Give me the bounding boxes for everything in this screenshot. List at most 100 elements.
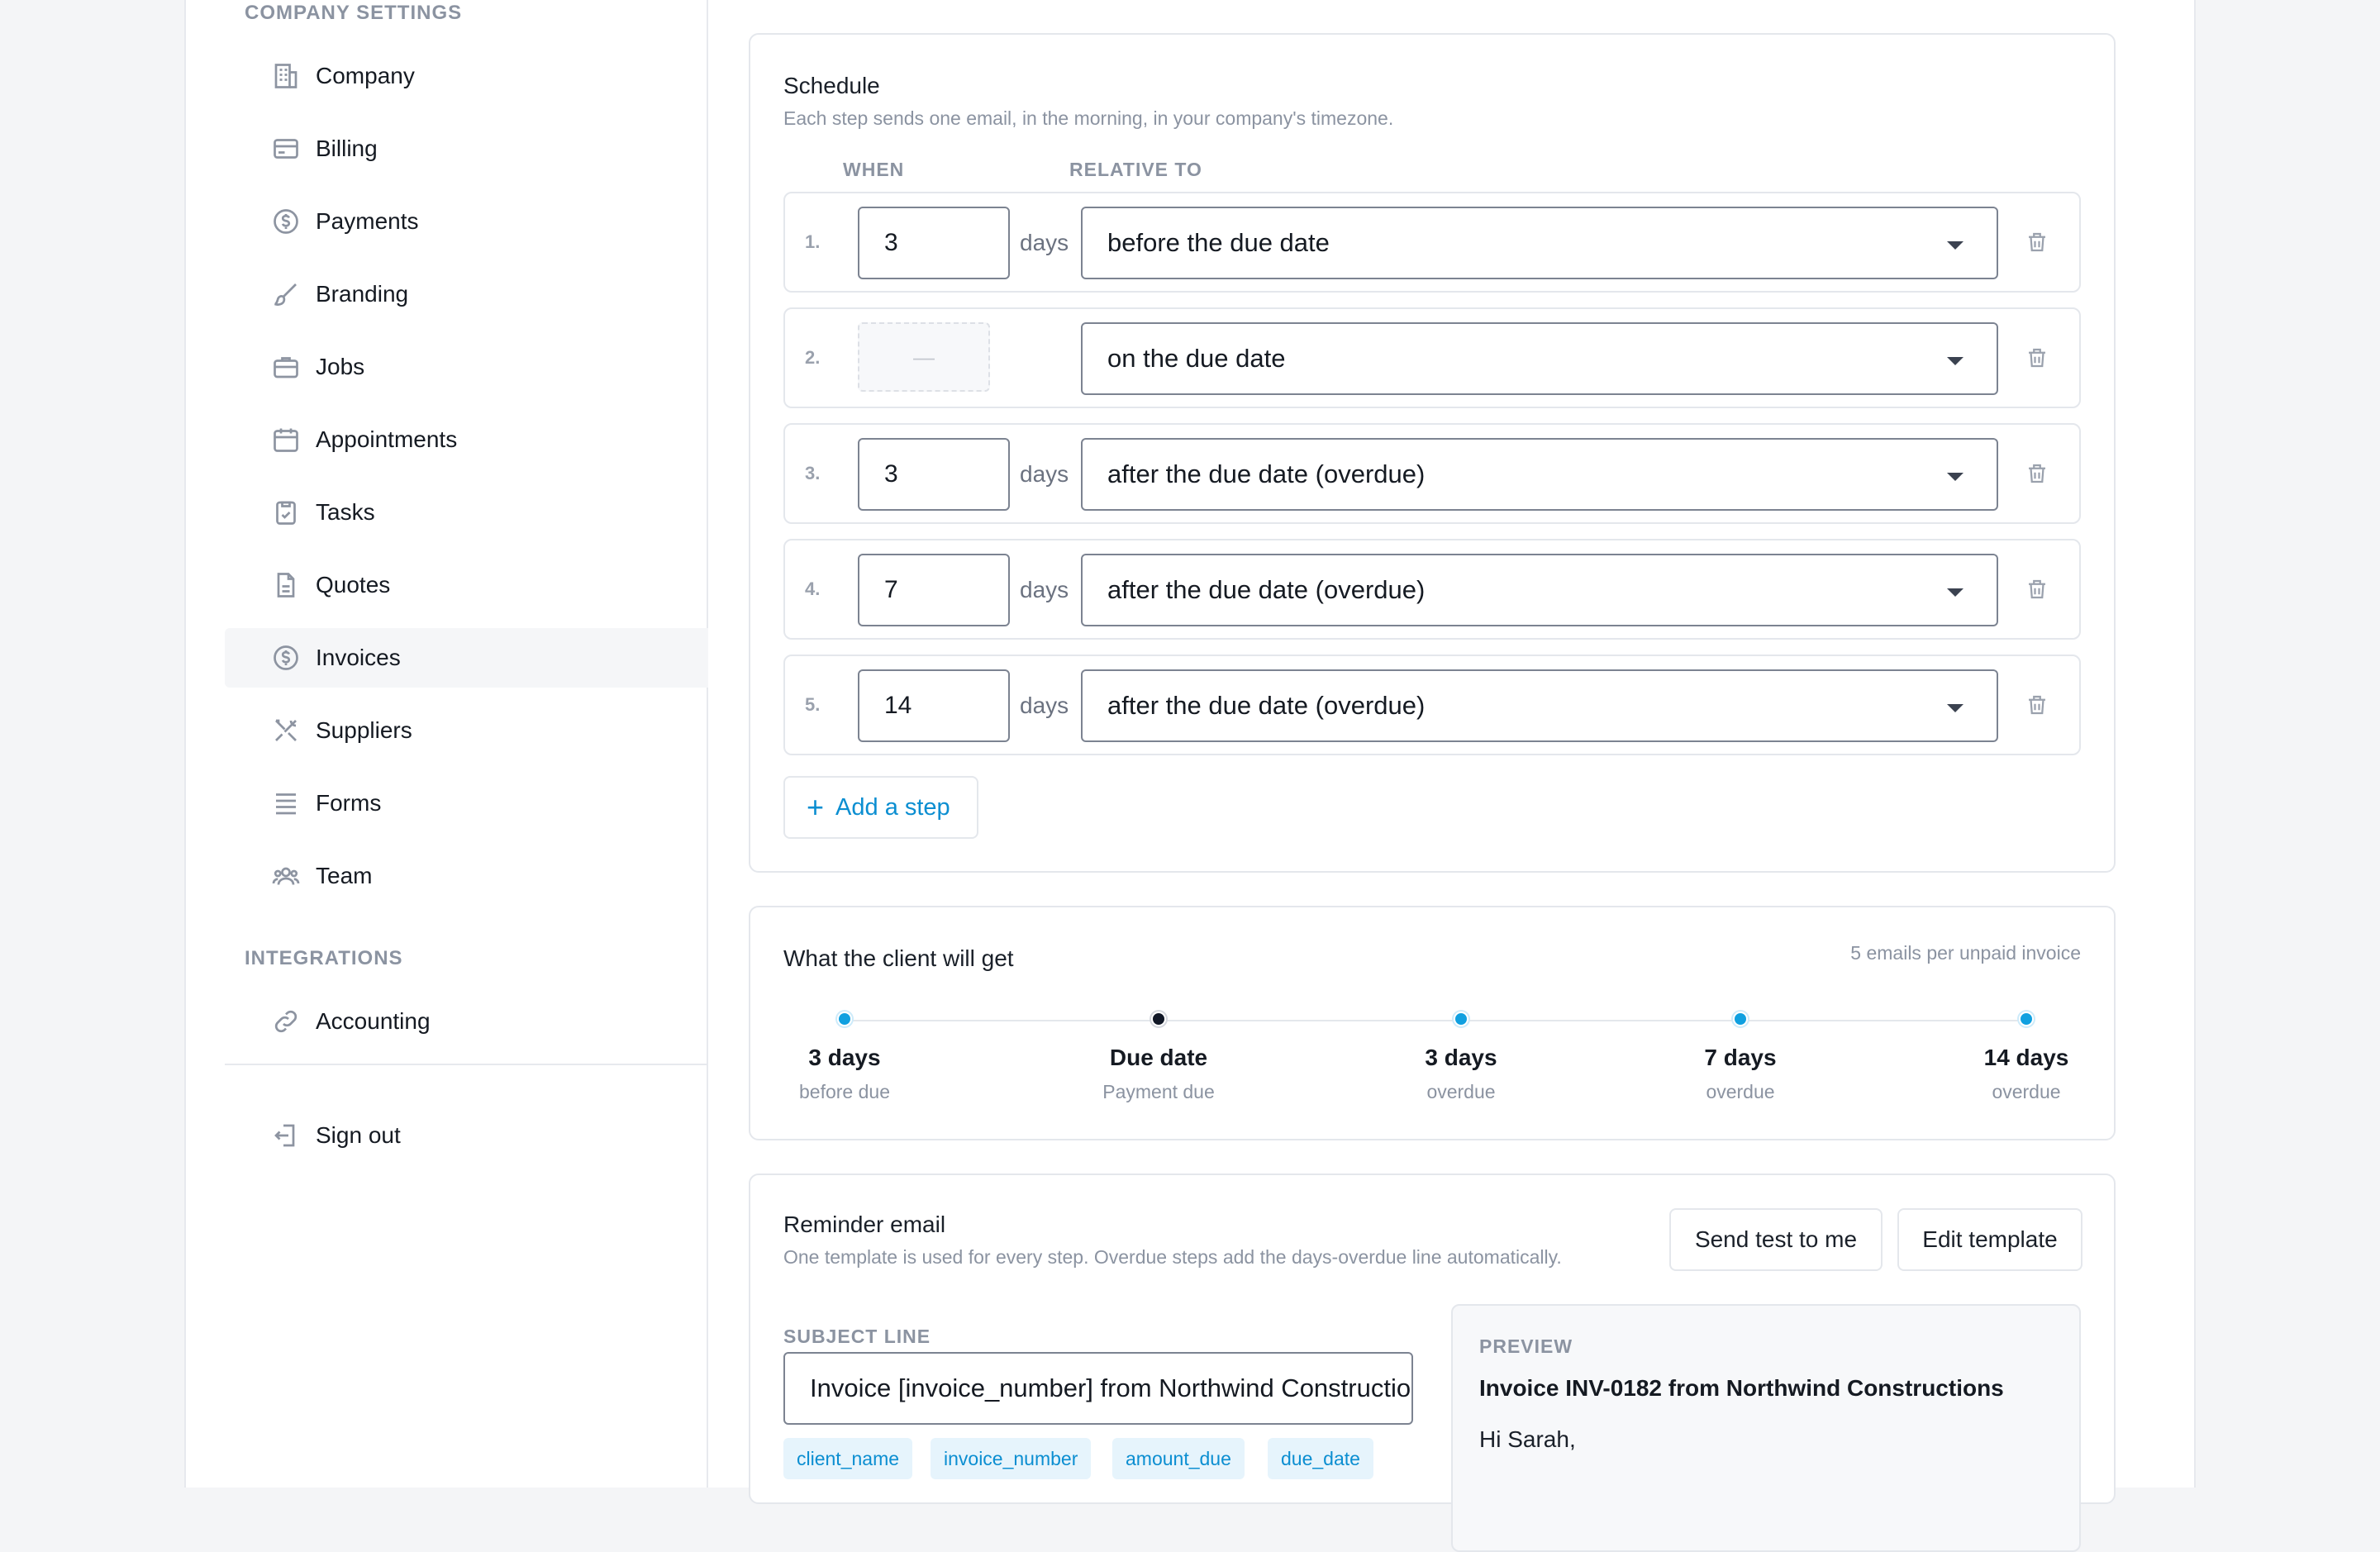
relative-to-value: before the due date [1107,228,1330,257]
step-number: 1. [805,231,821,252]
relative-to-value: after the due date (overdue) [1107,691,1426,720]
trash-icon[interactable] [2025,693,2049,717]
timeline-dot [2019,1012,2034,1026]
token-chip-client-name[interactable]: client_name [783,1438,913,1479]
reminder-email-card: Reminder email One template is used for … [749,1174,2116,1552]
days-label: days [1020,577,1069,602]
edit-template-button[interactable]: Edit template [1897,1208,2082,1271]
sidebar-item-branding[interactable]: Branding [225,264,708,324]
users-icon [269,859,302,893]
sidebar-item-label: Payments [316,208,419,234]
sidebar-item-label: Billing [316,136,378,161]
add-step-button[interactable]: + Add a step [783,776,978,839]
days-input[interactable] [858,207,1010,279]
days-label: days [1020,693,1069,718]
token-chip-amount-due[interactable]: amount_due [1112,1438,1245,1479]
sidebar-item-accounting[interactable]: Accounting [225,992,708,1051]
relative-to-value: after the due date (overdue) [1107,459,1426,488]
email-preview: PREVIEW Invoice INV-0182 from Northwind … [1451,1304,2081,1552]
preview-label: PREVIEW [1479,1335,1573,1357]
trash-icon[interactable] [2025,461,2049,486]
timeline-point: Due date Payment due [1059,1012,1258,1103]
reminder-email-title: Reminder email [783,1212,946,1237]
sidebar-item-label: Company [316,63,415,88]
days-input[interactable] [858,669,1010,742]
subject-line-input[interactable] [783,1352,1413,1425]
token-chip-due-date[interactable]: due_date [1268,1438,1373,1479]
list-icon [269,787,302,820]
plus-icon: + [807,790,825,824]
sign-out-button[interactable]: Sign out [225,1106,708,1165]
step-number: 2. [805,347,821,368]
step-number: 3. [805,463,821,483]
timeline-point-title: Due date [1109,1045,1208,1070]
sidebar-item-payments[interactable]: Payments [225,192,708,251]
briefcase-icon [269,350,302,383]
timeline-dot [1733,1012,1748,1026]
send-test-button[interactable]: Send test to me [1669,1208,1883,1271]
sidebar-item-forms[interactable]: Forms [225,774,708,833]
trash-icon[interactable] [2025,345,2049,370]
token-chip-invoice-number[interactable]: invoice_number [931,1438,1092,1479]
sidebar-item-suppliers[interactable]: Suppliers [225,701,708,760]
tools-icon [269,714,302,747]
dollar-circle-icon [269,641,302,674]
days-input[interactable] [858,554,1010,626]
timeline-dot-due [1151,1012,1166,1026]
sidebar-item-label: Forms [316,790,382,816]
relative-to-select[interactable]: before the due date [1081,207,1998,279]
timeline-point-title: 14 days [1983,1045,2069,1070]
schedule-title: Schedule [783,73,880,98]
schedule-card: Schedule Each step sends one email, in t… [749,33,2116,873]
caret-down-icon [1947,357,1963,365]
credit-card-icon [269,132,302,165]
sidebar-item-label: Invoices [316,645,401,670]
sidebar-item-label: Branding [316,281,409,307]
timeline-point: 3 days before due [745,1012,944,1103]
reminder-email-subtitle: One template is used for every step. Ove… [783,1246,1562,1268]
step-number: 5. [805,694,821,715]
timeline-point-subtitle: overdue [1706,1081,1775,1102]
sign-out-icon [269,1119,302,1152]
sidebar-item-company[interactable]: Company [225,46,708,106]
settings-sidebar: COMPANY SETTINGS Company Billing Payment… [186,0,708,1488]
sidebar-item-quotes[interactable]: Quotes [225,555,708,615]
caret-down-icon [1947,473,1963,481]
trash-icon[interactable] [2025,577,2049,602]
relative-to-select[interactable]: after the due date (overdue) [1081,669,1998,742]
relative-to-value: on the due date [1107,344,1286,373]
sidebar-item-team[interactable]: Team [225,846,708,906]
relative-to-select[interactable]: on the due date [1081,322,1998,395]
days-label: days [1020,461,1069,487]
sidebar-item-label: Appointments [316,426,458,452]
sign-out-label: Sign out [316,1122,401,1148]
sidebar-item-tasks[interactable]: Tasks [225,483,708,542]
link-icon [269,1005,302,1038]
emails-count: 5 emails per unpaid invoice [1850,942,2081,964]
timeline-point: 14 days overdue [1927,1012,2125,1103]
timeline-point: 7 days overdue [1641,1012,1840,1103]
sidebar-item-invoices[interactable]: Invoices [225,628,708,688]
sidebar-divider [225,1064,708,1065]
schedule-step-row: 3. days after the due date (overdue) [783,423,2081,524]
trash-icon[interactable] [2025,230,2049,255]
days-input[interactable] [858,438,1010,511]
sidebar-item-label: Tasks [316,499,375,525]
schedule-subtitle: Each step sends one email, in the mornin… [783,107,1394,129]
schedule-step-row: 1. days before the due date [783,192,2081,293]
relative-to-value: after the due date (overdue) [1107,575,1426,604]
relative-to-select[interactable]: after the due date (overdue) [1081,554,1998,626]
timeline-point-title: 3 days [808,1045,881,1070]
calendar-icon [269,423,302,456]
sidebar-item-label: Quotes [316,572,391,597]
schedule-step-row: 2. — on the due date [783,307,2081,408]
timeline-point-subtitle: overdue [1992,1081,2061,1102]
caret-down-icon [1947,704,1963,712]
preview-greeting: Hi Sarah, [1479,1426,1576,1452]
relative-to-select[interactable]: after the due date (overdue) [1081,438,1998,511]
sidebar-item-jobs[interactable]: Jobs [225,337,708,397]
sidebar-item-appointments[interactable]: Appointments [225,410,708,469]
sidebar-item-billing[interactable]: Billing [225,119,708,179]
schedule-step-row: 5. days after the due date (overdue) [783,655,2081,755]
schedule-step-row: 4. days after the due date (overdue) [783,539,2081,640]
